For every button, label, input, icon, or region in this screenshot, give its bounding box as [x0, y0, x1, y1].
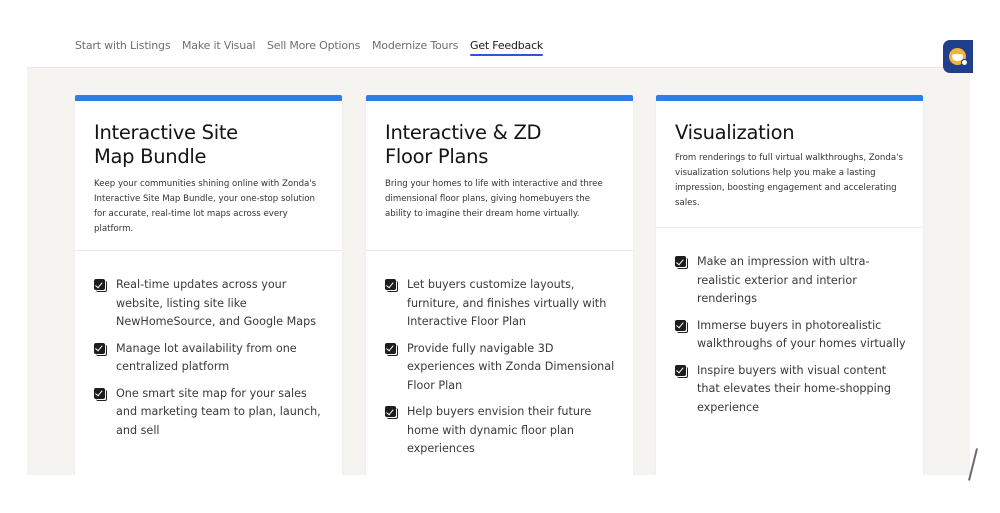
list-item: Provide fully navigable 3D experiences w… [385, 340, 621, 396]
list-item: Inspire buyers with visual content that … [675, 362, 911, 418]
checkbox-icon [675, 364, 688, 378]
checkbox-icon [94, 279, 107, 292]
card-description: Bring your homes to life with interactiv… [385, 179, 603, 219]
list-item: One smart site map for your sales and ma… [94, 385, 330, 441]
tab-get-feedback[interactable]: Get Feedback [470, 39, 543, 56]
card-description: Keep your communities shining online wit… [94, 179, 317, 234]
list-item: Immerse buyers in photorealistic walkthr… [675, 317, 911, 354]
card-title: Interactive Site Map Bundle [94, 121, 238, 168]
tab-start-with-listings[interactable]: Start with Listings [75, 39, 171, 52]
list-item: Let buyers customize layouts, furniture,… [385, 276, 621, 332]
product-card-visualization: Visualization From renderings to full vi… [656, 95, 923, 475]
card-title: Interactive & ZD Floor Plans [385, 121, 542, 168]
card-divider [656, 227, 923, 228]
feature-list: Make an impression with ultra-realistic … [675, 253, 911, 425]
checkbox-icon [94, 342, 107, 356]
card-accent-bar [366, 95, 633, 101]
checkbox-icon [385, 279, 398, 292]
checkbox-icon [675, 319, 688, 333]
card-description: From renderings to full virtual walkthro… [675, 153, 903, 208]
product-card-floor-plans: Interactive & ZD Floor Plans Bring your h… [366, 95, 633, 475]
card-divider [366, 250, 633, 251]
list-item: Make an impression with ultra-realistic … [675, 253, 911, 309]
checkbox-icon [385, 406, 398, 419]
checkbox-icon [94, 387, 107, 401]
list-item: Manage lot availability from one central… [94, 340, 330, 377]
list-item: Real-time updates across your website, l… [94, 276, 330, 332]
tab-modernize-tours[interactable]: Modernize Tours [372, 39, 458, 52]
card-accent-bar [656, 95, 923, 101]
checkbox-icon [675, 256, 688, 269]
feature-list: Let buyers customize layouts, furniture,… [385, 276, 621, 467]
chat-widget-button[interactable] [943, 40, 973, 73]
card-accent-bar [75, 95, 342, 101]
feature-list: Real-time updates across your website, l… [94, 276, 330, 448]
product-card-site-map: Interactive Site Map Bundle Keep your com… [75, 95, 342, 475]
section-tab-bar: Start with Listings Make it Visual Sell … [27, 22, 970, 68]
tab-make-it-visual[interactable]: Make it Visual [182, 39, 256, 52]
card-divider [75, 250, 342, 251]
list-item: Help buyers envision their future home w… [385, 403, 621, 459]
card-title: Visualization [675, 121, 795, 144]
page-viewport: Start with Listings Make it Visual Sell … [27, 22, 970, 475]
tab-sell-more-options[interactable]: Sell More Options [267, 39, 360, 52]
checkbox-icon [385, 342, 398, 356]
